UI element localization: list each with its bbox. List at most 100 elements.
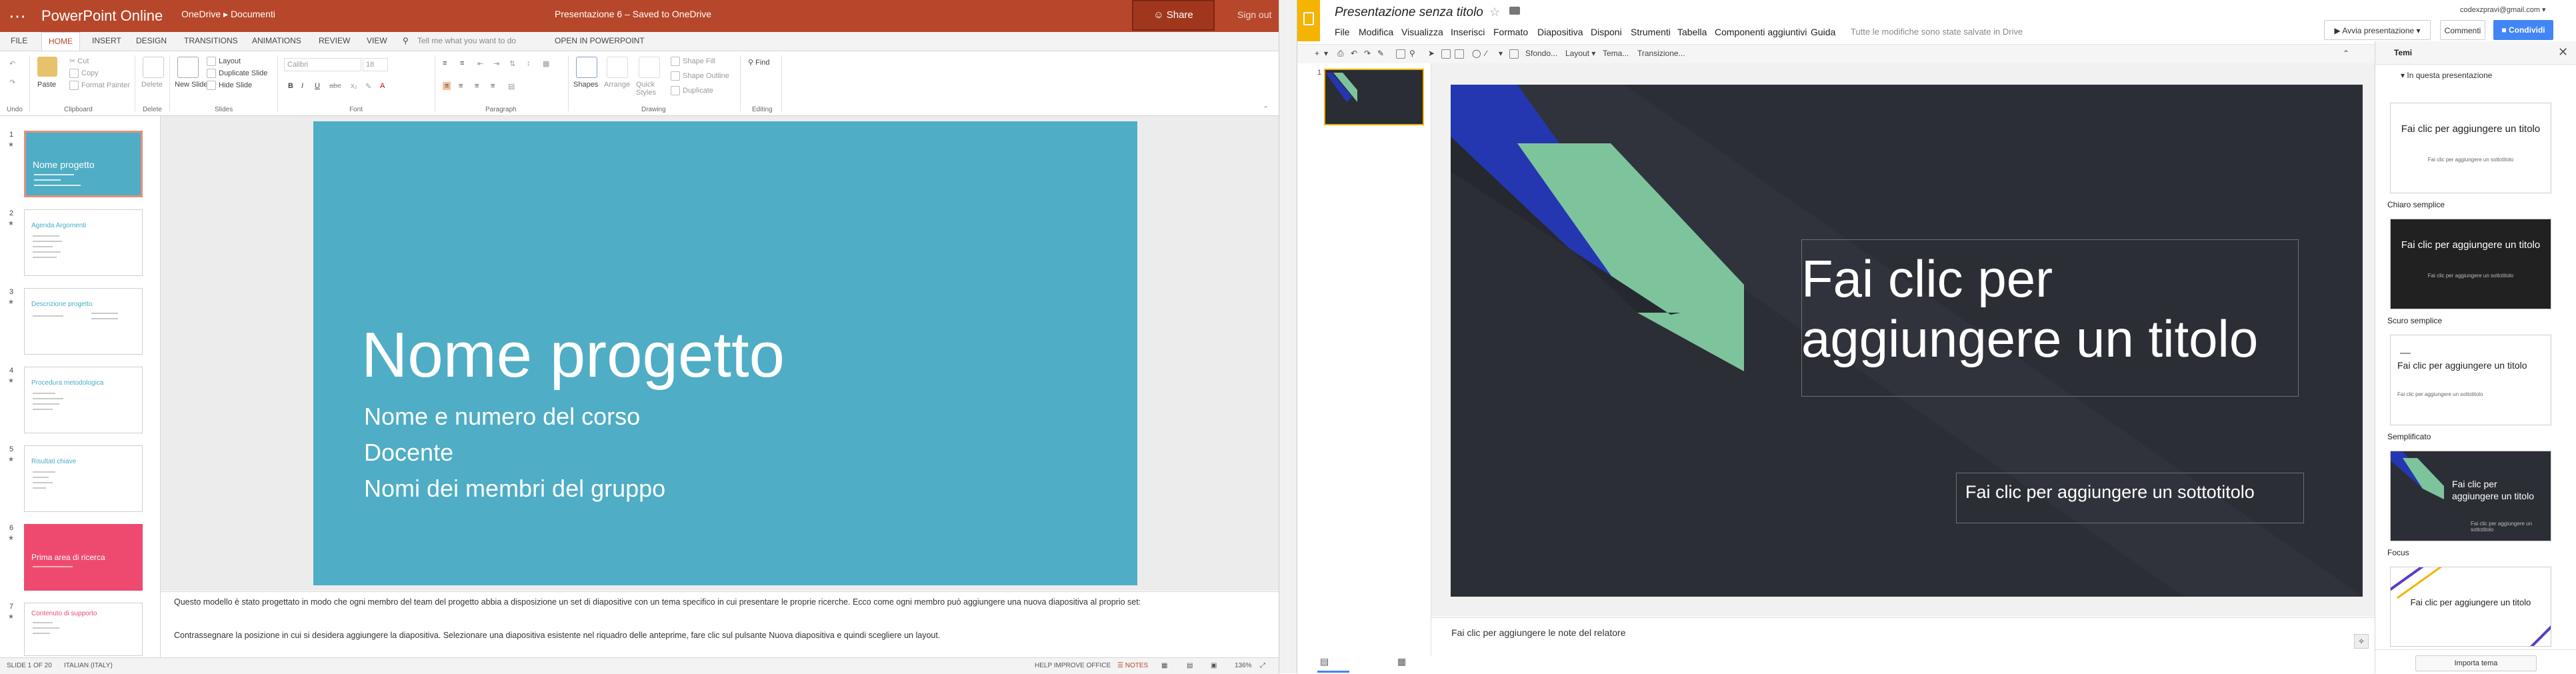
- comments-button[interactable]: Commenti: [2440, 20, 2485, 40]
- delete-button[interactable]: Delete: [141, 81, 163, 89]
- shape-fill-button[interactable]: Shape Fill: [671, 57, 715, 66]
- strikethrough-icon[interactable]: abc: [329, 82, 341, 90]
- slide-thumbnail-3[interactable]: Descrizione progetto: [24, 288, 143, 355]
- slide-thumbnail-1[interactable]: Nome progetto: [24, 131, 143, 197]
- background-button[interactable]: Sfondo...: [1525, 49, 1557, 58]
- theme-card-simple-dark[interactable]: Fai clic per aggiungere un titolo Fai cl…: [2390, 219, 2551, 309]
- slide-title[interactable]: Fai clic per aggiungere un titolo: [1801, 249, 2268, 369]
- shapes-icon[interactable]: [576, 57, 597, 78]
- tab-animations[interactable]: ANIMATIONS: [252, 36, 301, 45]
- redo-icon[interactable]: ↷: [1364, 49, 1371, 58]
- normal-view-icon[interactable]: ▦: [1161, 662, 1167, 669]
- language-indicator[interactable]: ITALIAN (ITALY): [64, 662, 113, 669]
- shapes-button[interactable]: Shapes: [573, 81, 598, 89]
- new-slide-button[interactable]: New Slide: [175, 81, 208, 89]
- slide-thumbnail-2[interactable]: Agenda Argomenti: [24, 209, 143, 276]
- menu-file[interactable]: File: [1335, 27, 1350, 37]
- print-icon[interactable]: ⎙: [1337, 49, 1344, 59]
- menu-tools[interactable]: Strumenti: [1631, 27, 1671, 37]
- zoom-icon[interactable]: ⚲: [1409, 49, 1415, 58]
- tab-review[interactable]: REVIEW: [319, 36, 350, 45]
- new-slide-icon[interactable]: [177, 57, 199, 78]
- bold-icon[interactable]: B: [288, 82, 293, 90]
- chevron-down-icon[interactable]: ▾: [1499, 49, 1503, 58]
- theme-button[interactable]: Tema...: [1603, 49, 1629, 58]
- theme-card-focus[interactable]: Fai clic per aggiungere un titolo Fai cl…: [2390, 451, 2551, 541]
- font-color-icon[interactable]: A: [380, 82, 385, 90]
- duplicate-slide-button[interactable]: Duplicate Slide: [207, 69, 267, 78]
- slide-subtitle-line[interactable]: Nome e numero del corso: [364, 403, 640, 431]
- undo-icon[interactable]: ↶: [9, 59, 15, 68]
- duplicate-shape-button[interactable]: Duplicate: [671, 86, 713, 95]
- save-status[interactable]: Tutte le modifiche sono state salvate in…: [1851, 27, 2023, 37]
- align-center-icon[interactable]: ≡: [459, 82, 463, 90]
- quick-styles-button[interactable]: Quick Styles: [636, 81, 663, 97]
- slide-thumbnail-1[interactable]: [1324, 69, 1424, 125]
- slide-thumbnail-4[interactable]: Procedura metodologica: [24, 367, 143, 433]
- tab-insert[interactable]: INSERT: [92, 36, 121, 45]
- tab-file[interactable]: FILE: [11, 36, 27, 45]
- quick-styles-icon[interactable]: [639, 57, 660, 78]
- breadcrumb[interactable]: OneDrive ▸ Documenti: [181, 9, 275, 20]
- slide-title[interactable]: Nome progetto: [361, 319, 785, 392]
- decrease-indent-icon[interactable]: ⇤: [477, 59, 483, 68]
- layout-button[interactable]: Layout: [207, 57, 241, 66]
- current-slide[interactable]: Fai clic per aggiungere un titolo Fai cl…: [1451, 85, 2363, 597]
- chevron-down-icon[interactable]: ▾: [1324, 49, 1328, 58]
- line-icon[interactable]: ∕: [1485, 49, 1487, 58]
- zoom-fit-icon[interactable]: [1396, 49, 1405, 59]
- bullets-icon[interactable]: ≡: [443, 59, 447, 67]
- align-left-icon[interactable]: ≡: [443, 82, 451, 90]
- sign-out-link[interactable]: Sign out: [1237, 9, 1271, 20]
- new-slide-icon[interactable]: +: [1315, 49, 1319, 58]
- menu-insert[interactable]: Inserisci: [1451, 27, 1485, 37]
- chevron-down-icon[interactable]: ▾: [2414, 26, 2421, 35]
- menu-edit[interactable]: Modifica: [1359, 27, 1393, 37]
- filmstrip-view-icon[interactable]: ▤: [1320, 656, 1329, 667]
- format-painter-button[interactable]: Format Painter: [69, 81, 130, 90]
- undo-icon[interactable]: ↶: [1351, 49, 1357, 58]
- arrange-button[interactable]: Arrange: [604, 81, 630, 89]
- theme-card-simple-light[interactable]: Fai clic per aggiungere un titolo Fai cl…: [2390, 103, 2551, 193]
- collapse-ribbon-icon[interactable]: ⌃: [1263, 105, 1269, 113]
- theme-card-shift[interactable]: Fai clic per aggiungere un titolo: [2390, 567, 2551, 647]
- open-in-powerpoint[interactable]: OPEN IN POWERPOINT: [555, 36, 645, 45]
- font-size-select[interactable]: 18: [363, 58, 388, 71]
- menu-view[interactable]: Visualizza: [1401, 27, 1443, 37]
- justify-icon[interactable]: ≡: [491, 82, 495, 90]
- slides-logo-icon[interactable]: [1297, 0, 1320, 41]
- present-button[interactable]: ▶ Avvia presentazione ▾: [2324, 20, 2431, 40]
- subscript-icon[interactable]: x₂: [351, 82, 357, 90]
- import-theme-button[interactable]: Importa tema: [2415, 655, 2537, 671]
- slide-subtitle-line[interactable]: Nomi dei membri del gruppo: [364, 475, 665, 503]
- app-name[interactable]: PowerPoint Online: [41, 7, 163, 25]
- shape-outline-button[interactable]: Shape Outline: [671, 71, 729, 81]
- tab-transitions[interactable]: TRANSITIONS: [184, 36, 238, 45]
- numbering-icon[interactable]: ≡: [460, 59, 464, 67]
- app-launcher-icon[interactable]: ⋯: [8, 7, 27, 25]
- theme-card-streamline[interactable]: Fai clic per aggiungere un titolo Fai cl…: [2390, 335, 2551, 425]
- tell-me-box[interactable]: Tell me what you want to do: [417, 36, 516, 45]
- notes-pane[interactable]: Questo modello è stato progettato in mod…: [161, 591, 1279, 657]
- smartart-icon[interactable]: ▦: [543, 59, 549, 68]
- menu-format[interactable]: Formato: [1493, 27, 1528, 37]
- share-button[interactable]: ■ Condividi: [2493, 20, 2553, 40]
- increase-indent-icon[interactable]: ⇥: [493, 59, 499, 68]
- close-icon[interactable]: ✕: [2558, 45, 2568, 59]
- tab-design[interactable]: DESIGN: [136, 36, 167, 45]
- star-icon[interactable]: ☆: [1489, 5, 1500, 19]
- fit-slide-icon[interactable]: ⤢: [1260, 662, 1265, 669]
- slide-thumbnail-5[interactable]: Risultati chiave: [24, 445, 143, 512]
- transition-button[interactable]: Transizione...: [1637, 49, 1685, 58]
- slide-subtitle[interactable]: Fai clic per aggiungere un sottotitolo: [1965, 482, 2255, 503]
- tab-view[interactable]: VIEW: [367, 36, 387, 45]
- textbox-icon[interactable]: [1441, 49, 1451, 59]
- speaker-notes[interactable]: Fai clic per aggiungere le note del rela…: [1431, 617, 2376, 658]
- presentation-title[interactable]: Presentazione senza titolo: [1335, 5, 1483, 20]
- slideshow-icon[interactable]: ▣: [1211, 662, 1217, 669]
- italic-icon[interactable]: I: [301, 82, 303, 90]
- notes-toggle[interactable]: ☰ NOTES: [1117, 662, 1148, 669]
- text-direction-icon[interactable]: ⇅: [509, 59, 515, 68]
- menu-slide[interactable]: Diapositiva: [1537, 27, 1583, 37]
- comment-icon[interactable]: [1509, 49, 1519, 59]
